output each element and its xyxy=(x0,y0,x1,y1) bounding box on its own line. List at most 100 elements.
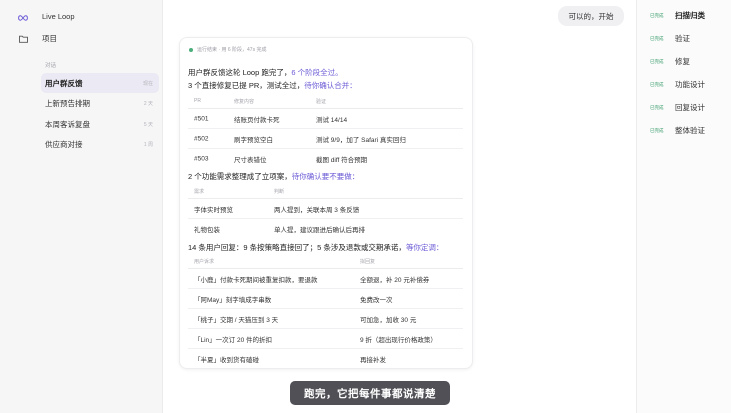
run-status-text: 运行结束 · 用 6 阶段，47s 完成 xyxy=(197,47,267,53)
infinity-icon xyxy=(18,13,28,23)
stage-panel: 已完成 扫描归类 已完成 验证 已完成 修复 已完成 功能设计 已完成 回复设计… xyxy=(636,0,731,413)
user-message-bubble: 可以的，开始 xyxy=(558,6,624,26)
reply-table: 用户诉求 拟回复 「小鹿」付款卡死期间被重复扣款，要退款 全额退，补 20 元补… xyxy=(188,256,463,368)
sidebar-item-complaint-review[interactable]: 本周客诉复盘 5 天 xyxy=(41,114,159,134)
feature-intro-highlight: 待你确认要不要做： xyxy=(291,172,360,181)
draft-reply: 免费改一次 xyxy=(360,296,393,304)
table-row[interactable]: #502 刷字预览空白 测试 9/9，加了 Safari 真实回归 xyxy=(188,129,463,149)
draft-reply: 全额退，补 20 元补偿券 xyxy=(360,276,430,284)
column-header: 验证 xyxy=(316,99,327,105)
sidebar-item-launch-schedule[interactable]: 上新预告排期 2 天 xyxy=(41,93,159,113)
table-row[interactable]: 「阿May」刻字填成字串数 免费改一次 xyxy=(188,289,463,309)
result-card: 运行结束 · 用 6 阶段，47s 完成 用户群反馈这轮 Loop 跑完了，6 … xyxy=(179,37,473,369)
run-status: 运行结束 · 用 6 阶段，47s 完成 xyxy=(189,46,266,53)
draft-reply: 可加急，加收 30 元 xyxy=(360,316,417,324)
sidebar-item-time: 现在 xyxy=(142,80,153,87)
feature-table: 需求 判断 字体实时预览 两人提到，关联本周 3 条反馈 礼物包装 单人提，建议… xyxy=(188,186,463,238)
user-request: 「阿May」刻字填成字串数 xyxy=(194,296,272,304)
sidebar-item-label: 本周客诉复盘 xyxy=(45,119,90,129)
sidebar-item-label: 用户群反馈 xyxy=(45,78,83,88)
pr-intro-highlight: 待你确认合并： xyxy=(304,81,357,90)
sidebar-item-supplier[interactable]: 供应商对接 1 周 xyxy=(41,134,159,154)
nav-item-label: Live Loop xyxy=(42,12,75,21)
pr-intro-text: 3 个直接修复已提 PR，测试全过， xyxy=(188,81,305,90)
table-row[interactable]: 字体实时预览 两人提到，关联本周 3 条反馈 xyxy=(188,199,463,219)
feature-name: 礼物包装 xyxy=(194,226,220,234)
feature-name: 字体实时预览 xyxy=(194,206,233,214)
summary-highlight: 6 个阶段全过。 xyxy=(291,68,343,77)
pr-verification: 截图 diff 符合预期 xyxy=(316,156,368,164)
stage-label: 验证 xyxy=(675,34,690,43)
stage-label: 功能设计 xyxy=(675,80,705,89)
stage-status-badge: 已完成 xyxy=(650,127,664,133)
feature-intro: 2 个功能需求整理成了立项案，待你确认要不要做： xyxy=(188,171,359,182)
stage-item-final-verify[interactable]: 已完成 整体验证 xyxy=(650,125,705,136)
column-header: 判断 xyxy=(274,189,285,195)
column-header: 需求 xyxy=(194,189,205,195)
user-request: 「Lin」一次订 20 件的折扣 xyxy=(194,336,273,344)
reply-intro-text: 14 条用户回复：9 条按策略直接回了；5 条涉及退款或交期承诺， xyxy=(188,243,406,252)
stage-item-fix[interactable]: 已完成 修复 xyxy=(650,56,690,67)
user-request: 「桃子」交期 / 天猫压到 3 天 xyxy=(194,316,279,324)
table-row[interactable]: 「小鹿」付款卡死期间被重复扣款，要退款 全额退，补 20 元补偿券 xyxy=(188,269,463,289)
reply-intro-highlight: 等你定调： xyxy=(405,243,444,252)
table-row[interactable]: 「半夏」收到货有磕碰 再接补发 xyxy=(188,349,463,368)
table-header: 用户诉求 拟回复 xyxy=(188,256,463,269)
draft-reply: 再接补发 xyxy=(360,356,386,364)
status-dot-icon xyxy=(189,47,193,52)
pr-number[interactable]: #502 xyxy=(194,135,208,142)
nav-item-label: 项目 xyxy=(42,34,57,43)
pr-fix: 结账页付款卡死 xyxy=(234,116,280,124)
pr-verification: 测试 9/9，加了 Safari 真实回归 xyxy=(316,136,406,144)
nav-item-live-loop[interactable]: Live Loop xyxy=(18,12,75,21)
reply-intro: 14 条用户回复：9 条按策略直接回了；5 条涉及退款或交期承诺，等你定调： xyxy=(188,242,443,253)
sidebar-item-label: 供应商对接 xyxy=(45,139,83,149)
feature-assessment: 单人提，建议跟进后确认后再排 xyxy=(274,226,365,234)
summary-line: 用户群反馈这轮 Loop 跑完了，6 个阶段全过。 xyxy=(188,67,343,78)
feature-assessment: 两人提到，关联本周 3 条反馈 xyxy=(274,206,360,214)
column-header: PR xyxy=(194,98,201,104)
stage-status-badge: 已完成 xyxy=(650,12,664,18)
section-label-conversations: 对话 xyxy=(45,63,57,69)
stage-label: 整体验证 xyxy=(675,126,705,135)
column-header: 修复内容 xyxy=(234,99,255,105)
nav-item-projects[interactable]: 项目 xyxy=(18,33,57,44)
stage-item-scan[interactable]: 已完成 扫描归类 xyxy=(650,10,705,21)
sidebar-item-time: 2 天 xyxy=(143,100,153,107)
column-header: 拟回复 xyxy=(360,259,376,265)
stage-status-badge: 已完成 xyxy=(650,104,664,110)
pr-table: PR 修复内容 验证 #501 结账页付款卡死 测试 14/14 #502 刷字… xyxy=(188,96,463,168)
table-row[interactable]: 「桃子」交期 / 天猫压到 3 天 可加急，加收 30 元 xyxy=(188,309,463,329)
pr-fix: 尺寸表错位 xyxy=(234,156,267,164)
stage-status-badge: 已完成 xyxy=(650,58,664,64)
stage-item-reply-design[interactable]: 已完成 回复设计 xyxy=(650,102,705,113)
feature-intro-text: 2 个功能需求整理成了立项案， xyxy=(188,172,292,181)
summary-text: 用户群反馈这轮 Loop 跑完了， xyxy=(188,68,292,77)
video-caption: 跑完，它把每件事都说清楚 xyxy=(290,381,450,405)
stage-status-badge: 已完成 xyxy=(650,35,664,41)
table-row[interactable]: 「Lin」一次订 20 件的折扣 9 折（超出现行价格政策） xyxy=(188,329,463,349)
sidebar-item-user-feedback[interactable]: 用户群反馈 现在 xyxy=(41,73,159,93)
user-request: 「半夏」收到货有磕碰 xyxy=(194,356,259,364)
stage-label: 修复 xyxy=(675,57,690,66)
user-request: 「小鹿」付款卡死期间被重复扣款，要退款 xyxy=(194,276,318,284)
stage-item-feature-design[interactable]: 已完成 功能设计 xyxy=(650,79,705,90)
folder-icon xyxy=(18,34,28,44)
pr-verification: 测试 14/14 xyxy=(316,116,348,124)
table-header: 需求 判断 xyxy=(188,186,463,199)
table-row[interactable]: #501 结账页付款卡死 测试 14/14 xyxy=(188,109,463,129)
pr-number[interactable]: #503 xyxy=(194,155,208,162)
pr-intro: 3 个直接修复已提 PR，测试全过，待你确认合并： xyxy=(188,80,357,91)
sidebar-item-time: 1 周 xyxy=(143,141,153,148)
sidebar-item-time: 5 天 xyxy=(143,121,153,128)
pr-number[interactable]: #501 xyxy=(194,115,208,122)
table-header: PR 修复内容 验证 xyxy=(188,96,463,109)
stage-item-verify[interactable]: 已完成 验证 xyxy=(650,33,690,44)
table-row[interactable]: #503 尺寸表错位 截图 diff 符合预期 xyxy=(188,149,463,168)
sidebar-item-label: 上新预告排期 xyxy=(45,98,90,108)
column-header: 用户诉求 xyxy=(194,259,215,265)
draft-reply: 9 折（超出现行价格政策） xyxy=(360,336,437,344)
sidebar: Live Loop 项目 对话 用户群反馈 现在 上新预告排期 2 天 本周客诉… xyxy=(0,0,163,413)
table-row[interactable]: 礼物包装 单人提，建议跟进后确认后再排 xyxy=(188,219,463,238)
pr-fix: 刷字预览空白 xyxy=(234,136,273,144)
